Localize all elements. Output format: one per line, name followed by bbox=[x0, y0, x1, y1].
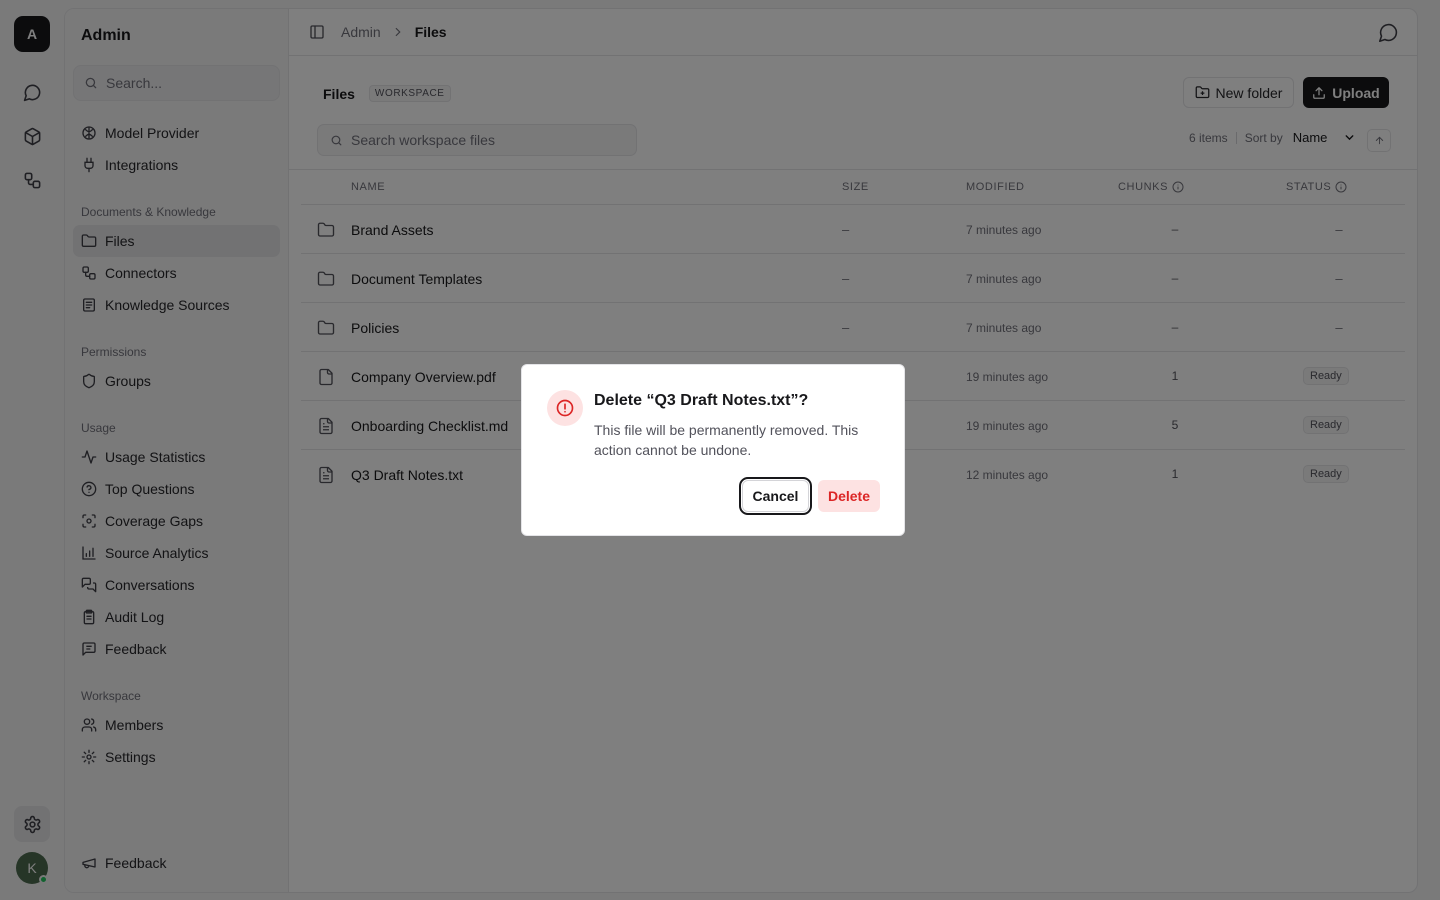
dialog-body: This file will be permanently removed. T… bbox=[594, 422, 859, 458]
cancel-button[interactable]: Cancel bbox=[739, 477, 812, 515]
alert-circle-icon bbox=[547, 390, 583, 426]
delete-confirm-dialog: Delete “Q3 Draft Notes.txt”? This file w… bbox=[521, 364, 905, 536]
dialog-title: Delete “Q3 Draft Notes.txt”? bbox=[594, 392, 809, 409]
delete-button[interactable]: Delete bbox=[818, 480, 880, 512]
